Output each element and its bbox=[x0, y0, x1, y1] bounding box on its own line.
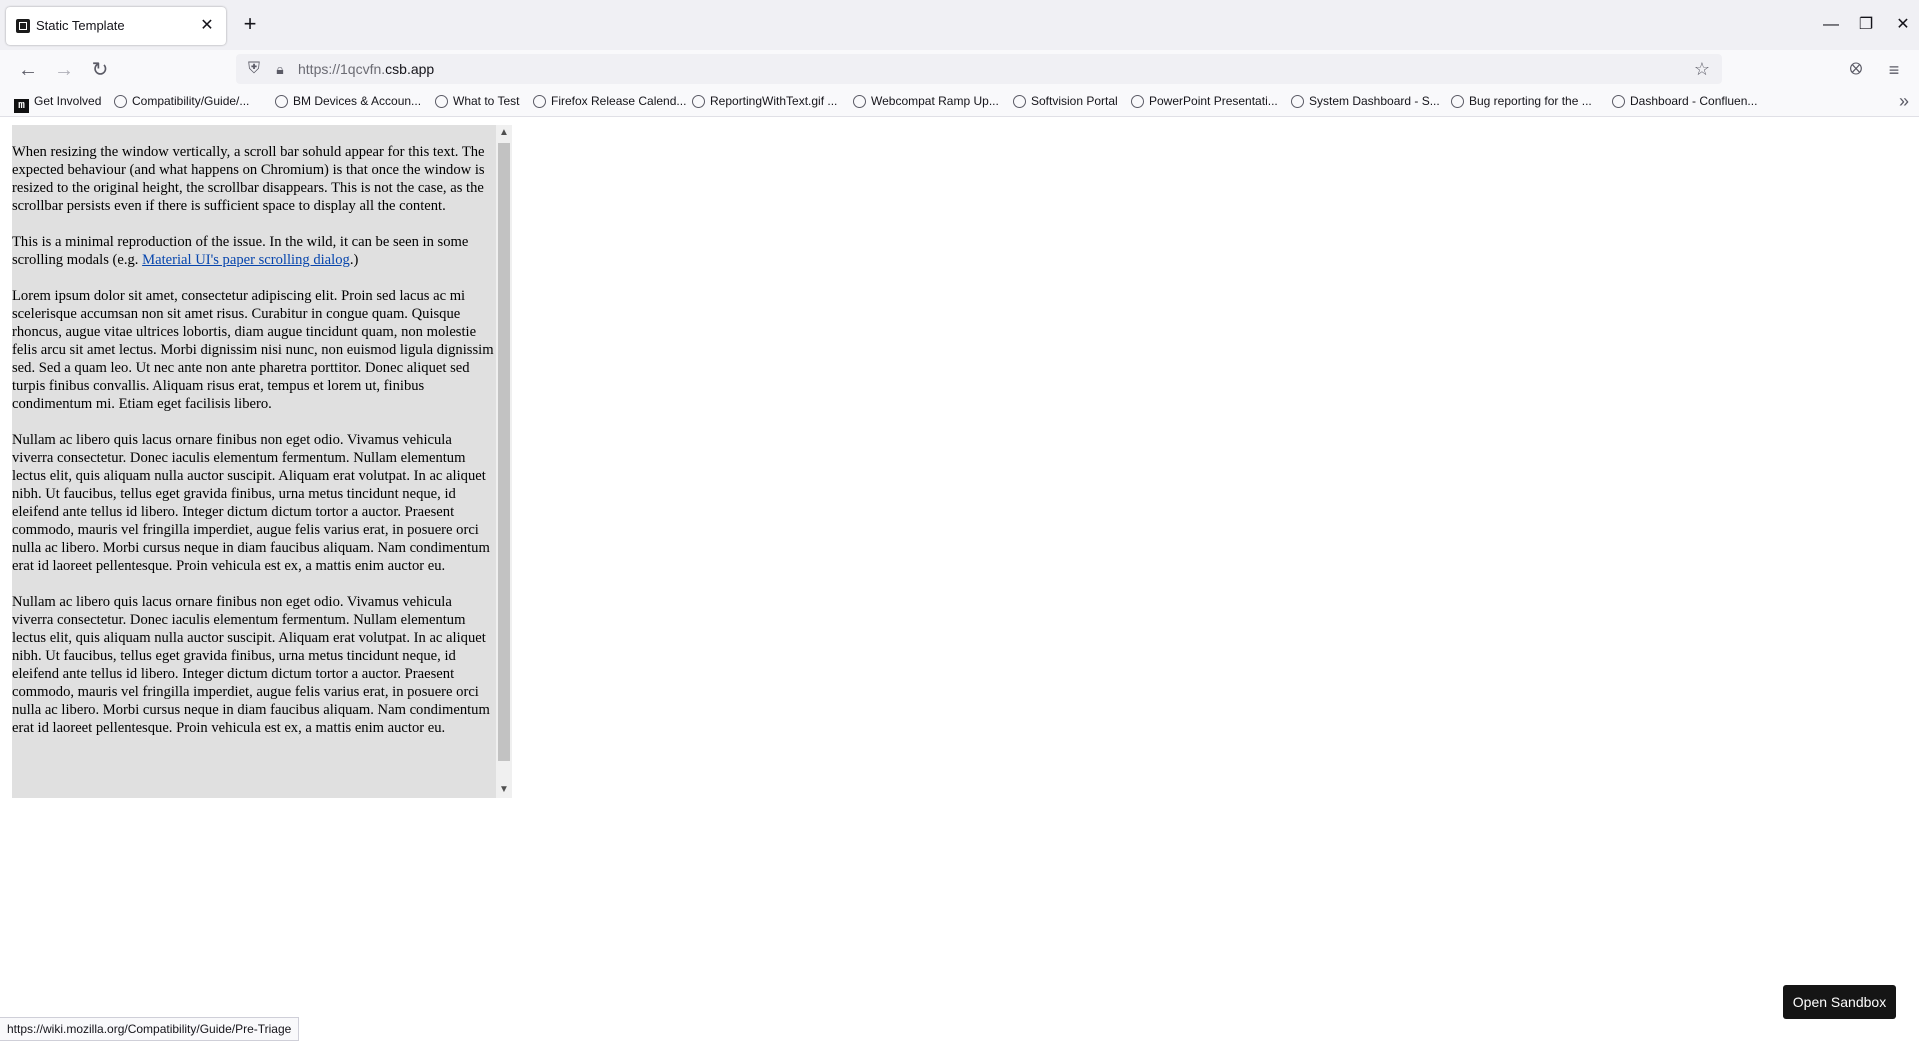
bookmark-label: PowerPoint Presentati... bbox=[1149, 94, 1278, 108]
bookmark-label: Dashboard - Confluen... bbox=[1630, 94, 1758, 108]
bookmark-label: Webcompat Ramp Up... bbox=[871, 94, 999, 108]
pocket-icon[interactable]: ⭙ bbox=[1842, 56, 1870, 84]
restore-button[interactable]: ❐ bbox=[1851, 12, 1881, 38]
globe-icon bbox=[533, 95, 546, 108]
globe-icon bbox=[275, 95, 288, 108]
back-button[interactable]: ← bbox=[14, 56, 42, 84]
bookmarks-toolbar: m Get Involved Compatibility/Guide/... BM… bbox=[0, 88, 1919, 117]
codesandbox-favicon-icon bbox=[16, 19, 30, 33]
paragraph-nullam-repeat: Nullam ac libero quis lacus ornare finib… bbox=[12, 594, 490, 736]
bookmarks-overflow-icon[interactable]: » bbox=[1899, 91, 1909, 112]
globe-icon bbox=[1131, 95, 1144, 108]
paragraph-lorem: Lorem ipsum dolor sit amet, consectetur … bbox=[12, 288, 494, 412]
bookmark-item[interactable]: m Get Involved bbox=[14, 94, 101, 113]
mdn-icon: m bbox=[14, 99, 29, 113]
globe-icon bbox=[435, 95, 448, 108]
bookmark-item[interactable]: Firefox Release Calend... bbox=[533, 94, 686, 108]
lock-icon[interactable]: 🔒︎ bbox=[270, 59, 290, 79]
new-tab-button[interactable]: + bbox=[238, 13, 262, 37]
paragraph-reproduction: This is a minimal reproduction of the is… bbox=[12, 233, 496, 269]
globe-icon bbox=[853, 95, 866, 108]
bookmark-item[interactable]: PowerPoint Presentati... bbox=[1131, 94, 1278, 108]
bookmark-item[interactable]: BM Devices & Accoun... bbox=[275, 94, 421, 108]
bookmark-item[interactable]: Compatibility/Guide/... bbox=[114, 94, 249, 108]
bookmark-label: Compatibility/Guide/... bbox=[132, 94, 250, 108]
url-prefix: https://1qcvfn. bbox=[298, 61, 386, 77]
globe-icon bbox=[1451, 95, 1464, 108]
scroll-container[interactable]: When resizing the window vertically, a s… bbox=[12, 125, 512, 798]
paragraph-nullam: Nullam ac libero quis lacus ornare finib… bbox=[12, 432, 490, 574]
scroll-content: When resizing the window vertically, a s… bbox=[12, 125, 496, 755]
forward-button[interactable]: → bbox=[50, 56, 78, 84]
menu-icon[interactable]: ≡ bbox=[1880, 56, 1908, 84]
globe-icon bbox=[1291, 95, 1304, 108]
tab-title: Static Template bbox=[36, 18, 125, 33]
bookmark-label: What to Test bbox=[453, 94, 520, 108]
url-text[interactable]: https://1qcvfn.csb.app bbox=[298, 61, 434, 77]
bookmark-item[interactable]: What to Test bbox=[435, 94, 519, 108]
tab-static-template[interactable]: Static Template ✕ bbox=[6, 7, 226, 45]
bookmark-item[interactable]: Softvision Portal bbox=[1013, 94, 1118, 108]
bookmark-label: Get Involved bbox=[34, 94, 102, 108]
bookmark-label: Softvision Portal bbox=[1031, 94, 1118, 108]
bookmark-item[interactable]: Bug reporting for the ... bbox=[1451, 94, 1592, 108]
reload-button[interactable]: ↻ bbox=[86, 56, 114, 84]
material-ui-dialog-link[interactable]: Material UI's paper scrolling dialog bbox=[142, 252, 350, 268]
globe-icon bbox=[1612, 95, 1625, 108]
globe-icon bbox=[114, 95, 127, 108]
bookmark-item[interactable]: Webcompat Ramp Up... bbox=[853, 94, 999, 108]
shield-icon[interactable]: ⛨ bbox=[244, 59, 264, 79]
vertical-scrollbar[interactable]: ▲ ▼ bbox=[496, 125, 512, 798]
status-bar-url: https://wiki.mozilla.org/Compatibility/G… bbox=[0, 1017, 300, 1041]
url-domain: csb.app bbox=[385, 61, 435, 77]
bookmark-item[interactable]: ReportingWithText.gif ... bbox=[692, 94, 837, 108]
star-icon[interactable]: ☆ bbox=[1690, 57, 1714, 81]
bookmark-label: BM Devices & Accoun... bbox=[293, 94, 422, 108]
tab-close-icon[interactable]: ✕ bbox=[194, 13, 220, 39]
bookmark-item[interactable]: System Dashboard - S... bbox=[1291, 94, 1440, 108]
scrollbar-thumb[interactable] bbox=[498, 143, 510, 761]
bookmark-label: Bug reporting for the ... bbox=[1469, 94, 1592, 108]
globe-icon bbox=[1013, 95, 1026, 108]
address-bar[interactable]: ⛨ 🔒︎ https://1qcvfn.csb.app ☆ bbox=[236, 54, 1722, 84]
globe-icon bbox=[692, 95, 705, 108]
paragraph-text: .) bbox=[349, 252, 359, 268]
open-sandbox-button[interactable]: Open Sandbox bbox=[1783, 985, 1896, 1019]
close-window-button[interactable]: ✕ bbox=[1888, 12, 1918, 38]
bookmark-label: Firefox Release Calend... bbox=[551, 94, 687, 108]
bookmark-item[interactable]: Dashboard - Confluen... bbox=[1612, 94, 1757, 108]
bookmark-label: System Dashboard - S... bbox=[1309, 94, 1440, 108]
minimize-button[interactable]: — bbox=[1816, 12, 1846, 38]
paragraph-description: When resizing the window vertically, a s… bbox=[12, 144, 485, 214]
tab-strip: Static Template ✕ + — ❐ ✕ bbox=[0, 0, 1919, 50]
scroll-up-arrow-icon[interactable]: ▲ bbox=[496, 125, 512, 141]
bookmark-label: ReportingWithText.gif ... bbox=[710, 94, 838, 108]
scroll-down-arrow-icon[interactable]: ▼ bbox=[496, 782, 512, 798]
navigation-toolbar: ← → ↻ ⛨ 🔒︎ https://1qcvfn.csb.app ☆ ⭙ ≡ bbox=[0, 50, 1919, 88]
